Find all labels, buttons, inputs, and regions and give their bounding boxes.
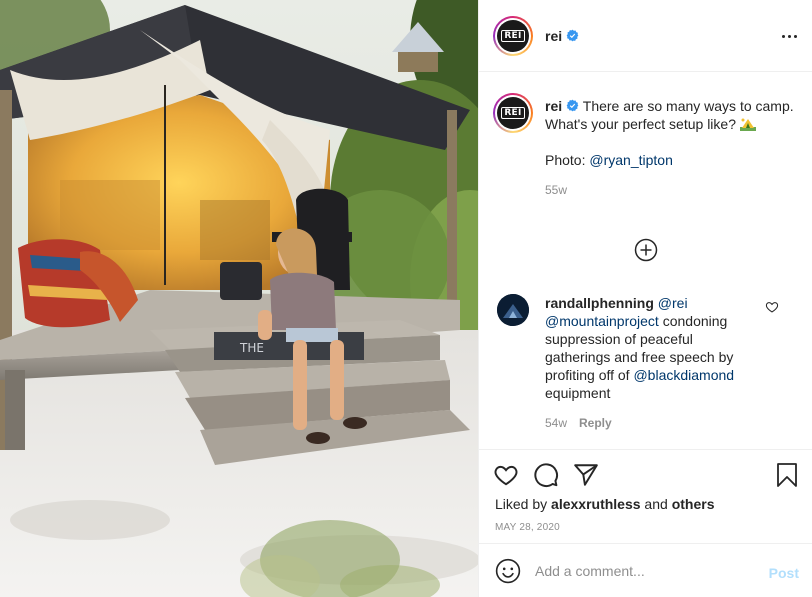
post-button[interactable]: Post: [769, 565, 799, 581]
caption-age[interactable]: 55w: [545, 181, 795, 199]
comment-body-end: equipment: [545, 385, 611, 401]
comment-button[interactable]: [533, 462, 559, 488]
photo-credit-label: Photo:: [545, 152, 590, 168]
caption-username[interactable]: rei: [545, 98, 562, 114]
liked-by-others[interactable]: others: [672, 496, 715, 512]
comment-age[interactable]: 54w: [545, 416, 567, 430]
comment-like-heart-icon[interactable]: [765, 300, 779, 314]
comments-section: REI rei There are so many ways to camp. …: [479, 73, 812, 449]
post-date[interactable]: MAY 28, 2020: [495, 522, 560, 533]
comment-mention-mountainproject[interactable]: @mountainproject: [545, 313, 659, 329]
like-button[interactable]: [493, 462, 519, 488]
caption-text: rei There are so many ways to camp. What…: [545, 97, 795, 199]
smiley-icon[interactable]: [495, 558, 521, 584]
author-avatar[interactable]: REI: [493, 15, 533, 56]
verified-badge-icon: [566, 99, 579, 112]
share-button[interactable]: [573, 462, 599, 488]
more-options-button[interactable]: [777, 26, 801, 46]
comment-text: randallphenning @rei @mountainproject co…: [545, 294, 761, 432]
plus-circle-icon[interactable]: [634, 238, 658, 262]
photo-credit-mention[interactable]: @ryan_tipton: [589, 152, 672, 168]
caption-body: There are so many ways to camp. What's y…: [545, 98, 794, 132]
liked-by-and: and: [640, 496, 672, 512]
paper-plane-icon: [574, 464, 598, 486]
add-comment-bar: Post: [479, 543, 812, 597]
comment-input[interactable]: [535, 562, 755, 579]
camping-tent-emoji: [739, 118, 756, 131]
commenter-username[interactable]: randallphenning: [545, 295, 654, 311]
comment-bubble-icon: [534, 463, 558, 487]
verified-badge-icon: [566, 29, 579, 42]
caption-avatar[interactable]: REI: [493, 93, 533, 133]
reply-button[interactable]: Reply: [579, 416, 612, 430]
comment-mention-rei[interactable]: @rei: [658, 295, 688, 311]
comment-meta: 54w Reply: [545, 414, 761, 432]
svg-text:THE: THE: [239, 341, 264, 355]
liked-by: Liked by alexxruthless and others: [495, 496, 714, 512]
action-bar: Liked by alexxruthless and others MAY 28…: [479, 449, 812, 543]
post-side-panel: REI rei REI rei There are so many ways t…: [478, 0, 812, 597]
post-photo[interactable]: THE: [0, 0, 478, 597]
author-username[interactable]: rei: [545, 28, 562, 44]
comment-mention-blackdiamond[interactable]: @blackdiamond: [633, 367, 734, 383]
heart-icon: [494, 465, 518, 486]
liked-by-user[interactable]: alexxruthless: [551, 496, 641, 512]
liked-by-prefix: Liked by: [495, 496, 552, 512]
commenter-avatar[interactable]: [497, 294, 529, 326]
post-header: REI rei: [479, 0, 812, 72]
bookmark-icon[interactable]: [775, 462, 799, 488]
rei-logo: REI: [501, 107, 525, 119]
rei-logo: REI: [501, 29, 525, 42]
